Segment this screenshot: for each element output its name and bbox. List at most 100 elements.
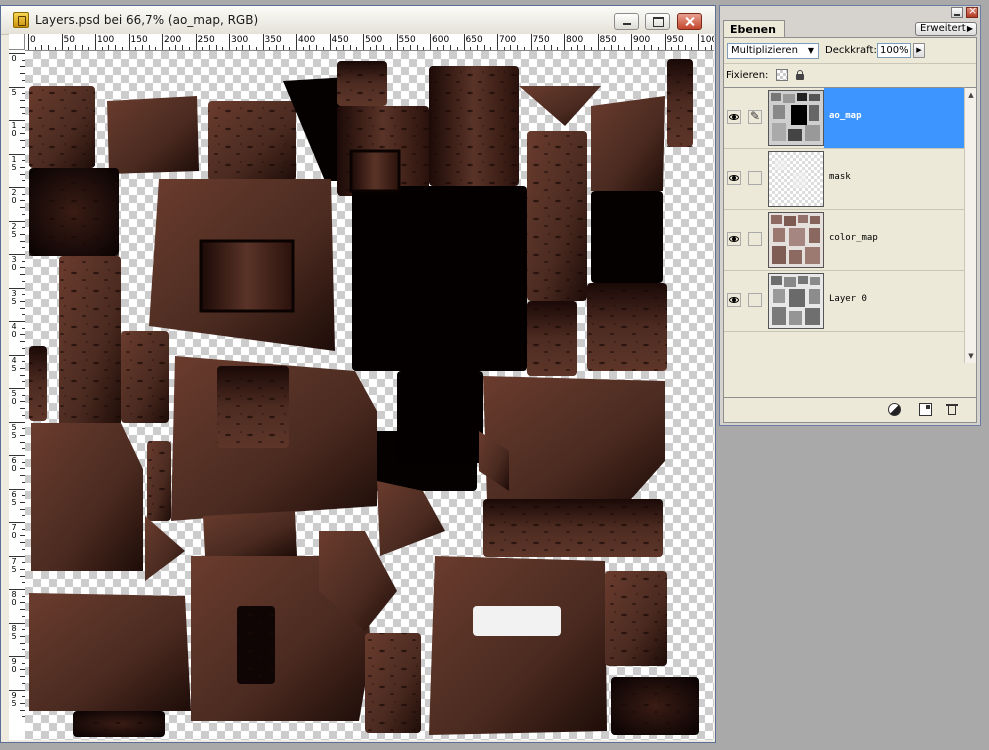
ruler-label: 350 — [264, 35, 282, 45]
scroll-up-icon[interactable]: ▲ — [966, 90, 976, 100]
ruler-label: 65 — [11, 489, 17, 507]
layer-row-mask[interactable]: mask — [724, 149, 964, 210]
ruler-label: 450 — [331, 35, 349, 45]
layer-link-slot[interactable] — [748, 171, 762, 185]
opacity-input[interactable]: 100% — [877, 43, 911, 58]
adjustment-layer-icon[interactable] — [888, 403, 901, 416]
ruler-minor-tick — [148, 45, 150, 50]
opacity-slider-button[interactable]: ▶ — [913, 43, 925, 58]
ruler-minor-tick — [443, 45, 445, 50]
visibility-eye-icon[interactable] — [727, 110, 741, 124]
layer-info[interactable]: mask — [824, 149, 964, 209]
scroll-down-icon[interactable]: ▼ — [966, 351, 976, 361]
texture-island — [349, 149, 401, 193]
lock-transparency-icon[interactable] — [776, 69, 788, 81]
ruler-tick — [95, 34, 96, 50]
ruler-label: 950 — [666, 35, 684, 45]
texture-island — [591, 96, 665, 191]
ruler-tick — [597, 34, 599, 50]
layer-row-color-map[interactable]: color_map — [724, 210, 964, 271]
ruler-minor-tick — [577, 45, 579, 50]
ruler-minor-tick — [222, 47, 224, 50]
ruler-label: 150 — [130, 35, 148, 45]
ruler-label: 550 — [398, 35, 416, 45]
ruler-label: 100 — [700, 35, 714, 45]
ruler-minor-tick — [557, 47, 559, 50]
texture-speckle — [527, 301, 577, 376]
layer-row-ao-map[interactable]: ao_map — [724, 88, 964, 149]
ruler-tick — [631, 34, 632, 50]
ruler-label: 800 — [566, 35, 584, 45]
ruler-minor-tick — [41, 45, 43, 50]
ruler-minor-tick — [88, 47, 90, 50]
ruler-label: 15 — [11, 154, 17, 172]
layer-thumbnail[interactable] — [768, 273, 824, 329]
visibility-eye-icon[interactable] — [727, 171, 741, 185]
ruler-origin[interactable] — [9, 34, 25, 50]
ruler-label: 80 — [11, 590, 17, 607]
close-icon — [678, 14, 701, 29]
layer-name: ao_map — [829, 111, 862, 121]
layer-link-slot[interactable] — [748, 293, 762, 307]
minimize-button[interactable] — [614, 13, 639, 30]
visibility-eye-icon[interactable] — [727, 293, 741, 307]
image-canvas[interactable] — [25, 51, 714, 740]
ruler-minor-tick — [168, 47, 170, 50]
layer-thumbnail[interactable] — [768, 212, 824, 268]
new-layer-icon[interactable] — [919, 403, 932, 416]
ruler-minor-tick — [590, 47, 592, 50]
maximize-button[interactable] — [645, 13, 670, 30]
palette-titlebar[interactable] — [720, 4, 980, 18]
trash-icon[interactable] — [946, 403, 959, 416]
layer-thumbnail[interactable] — [768, 151, 824, 207]
ruler-minor-tick — [135, 47, 137, 50]
horizontal-ruler[interactable]: 0 50 100 150 200 250 300 350 400 450 500 550 600 650 7… — [25, 34, 714, 51]
photoshop-document-icon[interactable] — [13, 12, 29, 28]
ruler-tick — [363, 34, 364, 50]
close-button[interactable] — [677, 13, 702, 30]
lock-all-icon[interactable] — [794, 69, 806, 81]
ruler-minor-tick — [275, 45, 277, 50]
ruler-label: 50 — [63, 35, 75, 45]
ruler-label: 5 — [11, 87, 17, 97]
blend-mode-select[interactable]: Multiplizieren ▼ — [727, 43, 819, 59]
ruler-minor-tick — [503, 47, 505, 50]
ruler-label: 650 — [465, 35, 483, 45]
ruler-minor-tick — [188, 47, 190, 50]
tab-layers[interactable]: Ebenen — [723, 20, 785, 38]
ruler-tick — [195, 34, 197, 50]
layer-row-layer-0[interactable]: Layer 0 — [724, 271, 964, 332]
texture-speckle — [121, 331, 169, 423]
brush-active-icon[interactable] — [748, 109, 762, 124]
layer-thumbnail[interactable] — [768, 90, 824, 146]
palette-close-button[interactable] — [966, 4, 978, 18]
ruler-minor-tick — [436, 47, 438, 50]
ruler-tick — [530, 34, 532, 50]
texture-speckle — [365, 633, 421, 733]
ruler-label: 700 — [499, 35, 517, 45]
ruler-minor-tick — [657, 47, 659, 50]
ruler-minor-tick — [316, 45, 318, 50]
layer-link-slot[interactable] — [748, 232, 762, 246]
texture-speckle — [73, 711, 165, 737]
ruler-minor-tick — [644, 45, 646, 50]
layer-list[interactable]: ao_map mask — [724, 87, 964, 364]
palette-minimize-button[interactable] — [951, 7, 963, 18]
texture-speckle — [217, 366, 289, 448]
ruler-minor-tick — [141, 45, 143, 50]
document-titlebar[interactable]: Layers.psd bei 66,7% (ao_map, RGB) — [1, 6, 715, 35]
visibility-eye-icon[interactable] — [727, 232, 741, 246]
ruler-minor-tick — [202, 47, 204, 50]
ruler-minor-tick — [249, 45, 251, 50]
ruler-label: 95 — [11, 690, 17, 708]
ruler-minor-tick — [356, 47, 358, 50]
minimize-icon — [615, 14, 638, 29]
layer-list-scrollbar[interactable]: ▲ ▼ — [964, 87, 976, 363]
vertical-ruler[interactable]: 0 5 10 15 20 25 30 35 40 45 50 55 60 65 70 75 80 85 90 95 — [9, 50, 26, 740]
layer-info[interactable]: color_map — [824, 210, 964, 270]
layer-info[interactable]: ao_map — [824, 88, 964, 148]
ruler-minor-tick — [336, 47, 338, 50]
palette-menu-button[interactable]: Erweitert — [915, 22, 977, 36]
ruler-tick — [698, 34, 699, 50]
layer-info[interactable]: Layer 0 — [824, 271, 964, 331]
